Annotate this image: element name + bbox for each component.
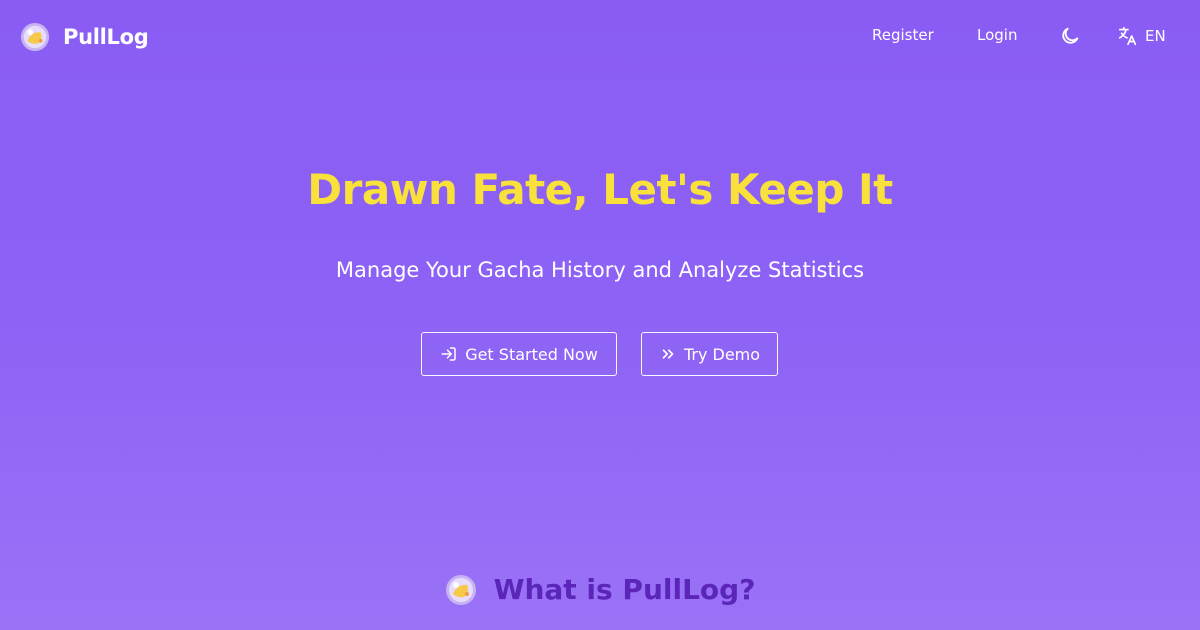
try-demo-label: Try Demo: [683, 344, 761, 364]
login-arrow-icon: [441, 347, 456, 361]
brand-link[interactable]: PullLog: [20, 22, 149, 52]
get-started-label: Get Started Now: [465, 344, 598, 364]
try-demo-button[interactable]: Try Demo: [641, 332, 778, 376]
double-chevron-right-icon: [662, 349, 674, 359]
top-navbar: PullLog Register Login EN: [0, 0, 1200, 72]
translate-icon: [1118, 26, 1137, 46]
hero-subtitle: Manage Your Gacha History and Analyze St…: [335, 258, 865, 282]
crystal-ball-icon: [445, 574, 476, 605]
crystal-ball-icon: [20, 22, 50, 52]
moon-icon[interactable]: [1059, 25, 1081, 47]
section-title: What is PullLog?: [493, 573, 756, 606]
brand-name: PullLog: [63, 25, 149, 49]
language-switcher[interactable]: EN: [1117, 25, 1166, 47]
login-link[interactable]: Login: [977, 26, 1017, 44]
language-label: EN: [1145, 27, 1166, 45]
hero-title: Drawn Fate, Let's Keep It: [307, 165, 893, 214]
section-heading: What is PullLog?: [0, 573, 1200, 606]
register-link[interactable]: Register: [872, 26, 934, 44]
get-started-button[interactable]: Get Started Now: [421, 332, 617, 376]
